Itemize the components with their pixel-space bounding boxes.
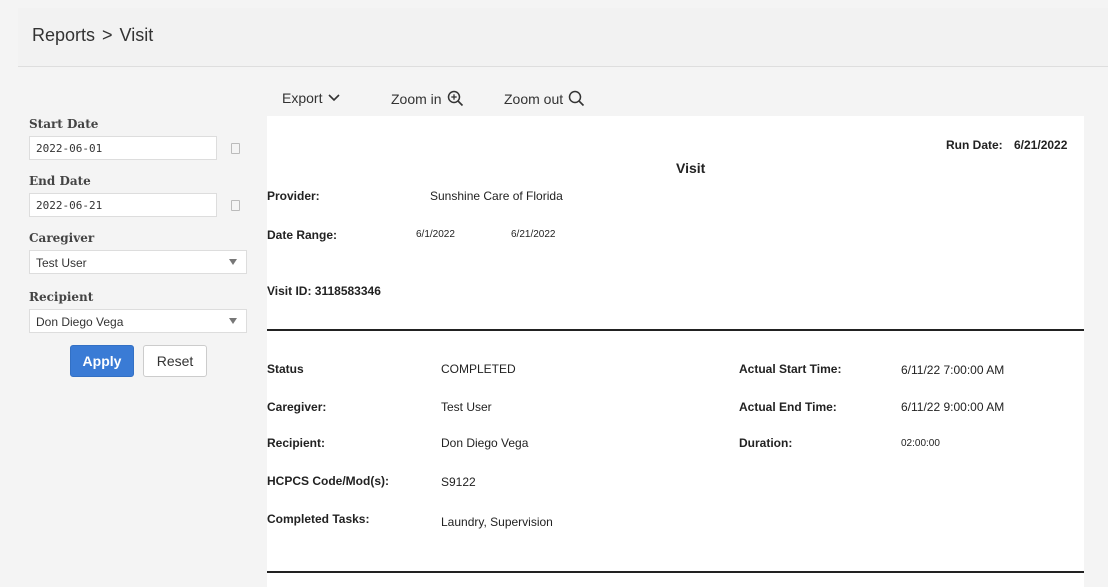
- actual-end-value: 6/11/22 9:00:00 AM: [901, 400, 1005, 414]
- page-header: Reports > Visit: [18, 8, 1108, 67]
- zoom-out-label: Zoom out: [504, 90, 564, 107]
- caregiver-field-value: Test User: [441, 400, 492, 414]
- breadcrumb-visit: Visit: [119, 25, 154, 45]
- zoom-out-icon: [568, 90, 585, 107]
- visit-id-label: Visit ID: 3118583346: [267, 284, 381, 298]
- caregiver-field-label: Caregiver:: [267, 400, 327, 414]
- start-date-label: Start Date: [29, 117, 99, 131]
- completed-tasks-value: Laundry, Supervision: [441, 515, 553, 529]
- breadcrumb-reports[interactable]: Reports: [32, 25, 95, 45]
- start-date-input[interactable]: 2022-06-01: [29, 136, 217, 160]
- completed-tasks-label: Completed Tasks:: [267, 512, 370, 526]
- reset-button[interactable]: Reset: [143, 345, 207, 377]
- export-menu[interactable]: Export: [282, 90, 341, 106]
- duration-value: 02:00:00: [901, 438, 940, 449]
- hcpcs-value: S9122: [441, 475, 476, 489]
- caregiver-label: Caregiver: [29, 231, 95, 245]
- recipient-field-value: Don Diego Vega: [441, 436, 529, 450]
- zoom-in-icon: [447, 90, 463, 107]
- actual-start-value: 6/11/22 7:00:00 AM: [901, 363, 1005, 377]
- provider-value: Sunshine Care of Florida: [430, 189, 563, 203]
- caregiver-select-value: Test User: [36, 256, 87, 270]
- export-label: Export: [282, 90, 323, 106]
- end-date-input[interactable]: 2022-06-21: [29, 193, 217, 217]
- chevron-down-icon: [328, 94, 341, 102]
- end-date-label: End Date: [29, 174, 91, 188]
- date-range-end: 6/21/2022: [511, 229, 556, 240]
- recipient-label: Recipient: [29, 290, 94, 304]
- breadcrumb-separator: >: [102, 25, 113, 45]
- status-label: Status: [267, 362, 304, 376]
- apply-button[interactable]: Apply: [70, 345, 134, 377]
- zoom-in-label: Zoom in: [391, 90, 442, 107]
- hcpcs-label: HCPCS Code/Mod(s):: [267, 474, 389, 488]
- zoom-out-button[interactable]: Zoom out: [504, 90, 585, 107]
- dropdown-arrow-icon: [229, 318, 237, 324]
- divider: [267, 329, 1084, 331]
- duration-label: Duration:: [739, 436, 793, 450]
- actual-start-label: Actual Start Time:: [739, 362, 842, 376]
- breadcrumb: Reports > Visit: [32, 25, 153, 46]
- dropdown-arrow-icon: [229, 259, 237, 265]
- recipient-select[interactable]: Don Diego Vega: [29, 309, 247, 333]
- status-value: COMPLETED: [441, 362, 516, 376]
- date-range-label: Date Range:: [267, 228, 338, 242]
- provider-label: Provider:: [267, 189, 320, 203]
- divider: [267, 571, 1084, 573]
- actual-end-label: Actual End Time:: [739, 400, 837, 414]
- date-range-start: 6/1/2022: [416, 229, 455, 240]
- run-date-value: 6/21/2022: [1014, 138, 1068, 152]
- calendar-icon[interactable]: [231, 143, 240, 154]
- zoom-in-button[interactable]: Zoom in: [391, 90, 464, 107]
- recipient-select-value: Don Diego Vega: [36, 315, 124, 329]
- report-viewer: Run Date: 6/21/2022 Visit Provider: Suns…: [267, 116, 1084, 587]
- run-date-label: Run Date:: [946, 138, 1003, 152]
- report-title: Visit: [676, 160, 706, 176]
- caregiver-select[interactable]: Test User: [29, 250, 247, 274]
- recipient-field-label: Recipient:: [267, 436, 326, 450]
- calendar-icon[interactable]: [231, 200, 240, 211]
